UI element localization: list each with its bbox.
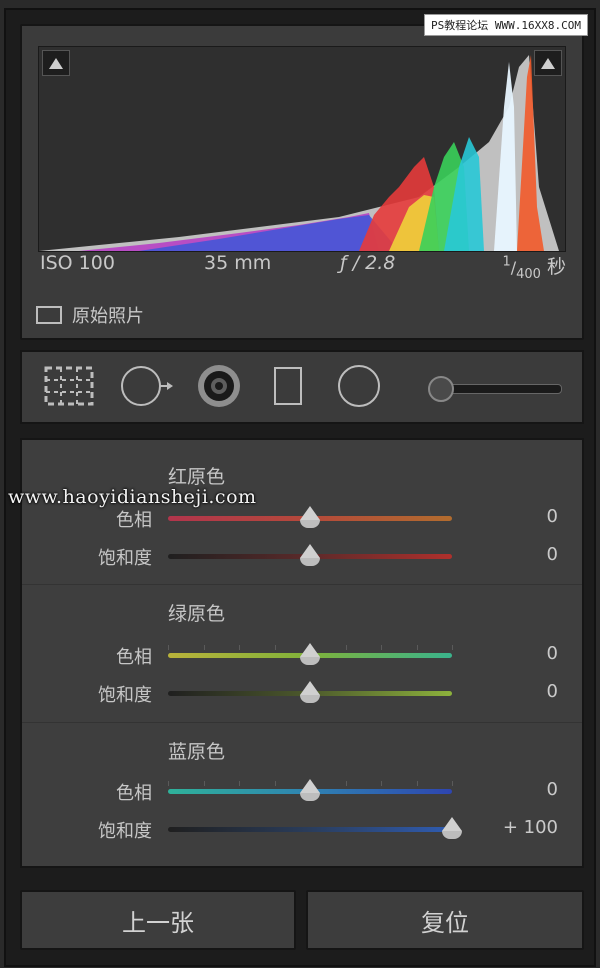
section-title: 红原色 — [168, 466, 226, 488]
slider-value[interactable]: 0 — [547, 643, 558, 664]
histogram — [38, 46, 566, 252]
slider-label: 饱和度 — [98, 548, 152, 569]
adjustment-brush-slider[interactable] — [438, 384, 562, 394]
tick-mark — [168, 645, 169, 650]
spot-removal-icon — [121, 366, 173, 406]
red-primary-section: 红原色 色相 0 饱和度 0 — [22, 440, 582, 584]
section-title: 绿原色 — [168, 603, 226, 625]
aperture-value: ƒ / 2.8 — [340, 252, 396, 274]
red-eye-icon — [198, 365, 240, 407]
tick-mark — [416, 781, 418, 786]
crop-grid-icon — [44, 366, 94, 406]
histogram-graph — [39, 47, 565, 251]
tick-mark — [416, 645, 418, 650]
iso-value: ISO 100 — [40, 252, 115, 274]
triangle-up-icon — [541, 57, 555, 69]
tick-mark — [452, 645, 453, 650]
previous-button[interactable]: 上一张 — [20, 890, 296, 950]
blue-saturation-slider[interactable] — [168, 827, 452, 832]
blue-primary-section: 蓝原色 色相 0 饱和度 + 100 — [22, 722, 582, 865]
radial-filter-icon — [338, 365, 380, 407]
original-photo-label: 原始照片 — [72, 306, 144, 327]
tool-strip — [20, 350, 584, 424]
slider-knob[interactable] — [300, 506, 320, 528]
blue-hue-row: 色相 0 — [22, 777, 582, 805]
tick-mark — [345, 645, 347, 650]
section-title: 蓝原色 — [168, 741, 226, 763]
spot-removal-tool[interactable] — [118, 364, 178, 408]
checkbox-icon[interactable] — [36, 306, 62, 324]
histogram-panel: ISO 100 35 mm ƒ / 2.8 1/400 秒 原始照片 — [20, 24, 584, 340]
slider-knob[interactable] — [300, 544, 320, 566]
tick-mark — [203, 781, 205, 786]
slider-knob[interactable] — [300, 779, 320, 801]
slider-label: 色相 — [116, 647, 152, 668]
tick-mark — [168, 781, 169, 786]
tick-mark — [274, 645, 276, 650]
tick-mark — [239, 645, 240, 650]
slider-value[interactable]: 0 — [547, 506, 558, 527]
tick-mark — [203, 645, 205, 650]
triangle-up-icon — [49, 57, 63, 69]
slider-knob[interactable] — [300, 643, 320, 665]
tick-mark — [239, 781, 240, 786]
original-photo-toggle[interactable]: 原始照片 — [36, 302, 144, 328]
tick-mark — [381, 645, 382, 650]
reset-button[interactable]: 复位 — [306, 890, 584, 950]
tick-mark — [345, 781, 347, 786]
slider-value[interactable]: 0 — [547, 681, 558, 702]
focal-length-value: 35 mm — [204, 252, 272, 274]
shadow-clipping-toggle[interactable] — [42, 50, 70, 76]
red-hue-row: 色相 0 — [22, 504, 582, 532]
slider-label: 色相 — [116, 510, 152, 531]
shutter-numerator: 1 — [502, 254, 511, 270]
crop-tool[interactable] — [40, 364, 98, 408]
shutter-unit: 秒 — [546, 256, 566, 278]
slider-knob[interactable] — [442, 817, 462, 839]
graduated-filter-tool[interactable] — [268, 364, 308, 408]
tick-mark — [452, 781, 453, 786]
shutter-denominator: 400 — [516, 266, 541, 282]
shutter-speed: 1/400 秒 — [502, 254, 566, 282]
green-hue-row: 色相 0 — [22, 641, 582, 669]
slider-value[interactable]: + 100 — [503, 817, 558, 838]
red-eye-tool[interactable] — [192, 364, 246, 408]
slider-label: 饱和度 — [98, 685, 152, 706]
watermark-top: PS教程论坛 WWW.16XX8.COM — [424, 14, 588, 36]
tick-mark — [381, 781, 382, 786]
blue-saturation-row: 饱和度 + 100 — [22, 815, 582, 843]
watermark-middle: www.haoyidiansheji.com — [8, 486, 257, 508]
slider-value[interactable]: 0 — [547, 544, 558, 565]
slider-label: 色相 — [116, 783, 152, 804]
slider-value[interactable]: 0 — [547, 779, 558, 800]
highlight-clipping-toggle[interactable] — [534, 50, 562, 76]
radial-filter-tool[interactable] — [334, 364, 384, 408]
develop-panel: PS教程论坛 WWW.16XX8.COM www.haoyidiansheji.… — [4, 8, 596, 967]
green-primary-section: 绿原色 色相 0 饱和度 0 — [22, 584, 582, 723]
slider-knob[interactable] — [300, 681, 320, 703]
tick-mark — [274, 781, 276, 786]
green-saturation-row: 饱和度 0 — [22, 679, 582, 707]
adjustment-brush-icon[interactable] — [428, 376, 454, 402]
slider-label: 饱和度 — [98, 821, 152, 842]
graduated-filter-icon — [274, 367, 302, 405]
red-saturation-row: 饱和度 0 — [22, 542, 582, 570]
